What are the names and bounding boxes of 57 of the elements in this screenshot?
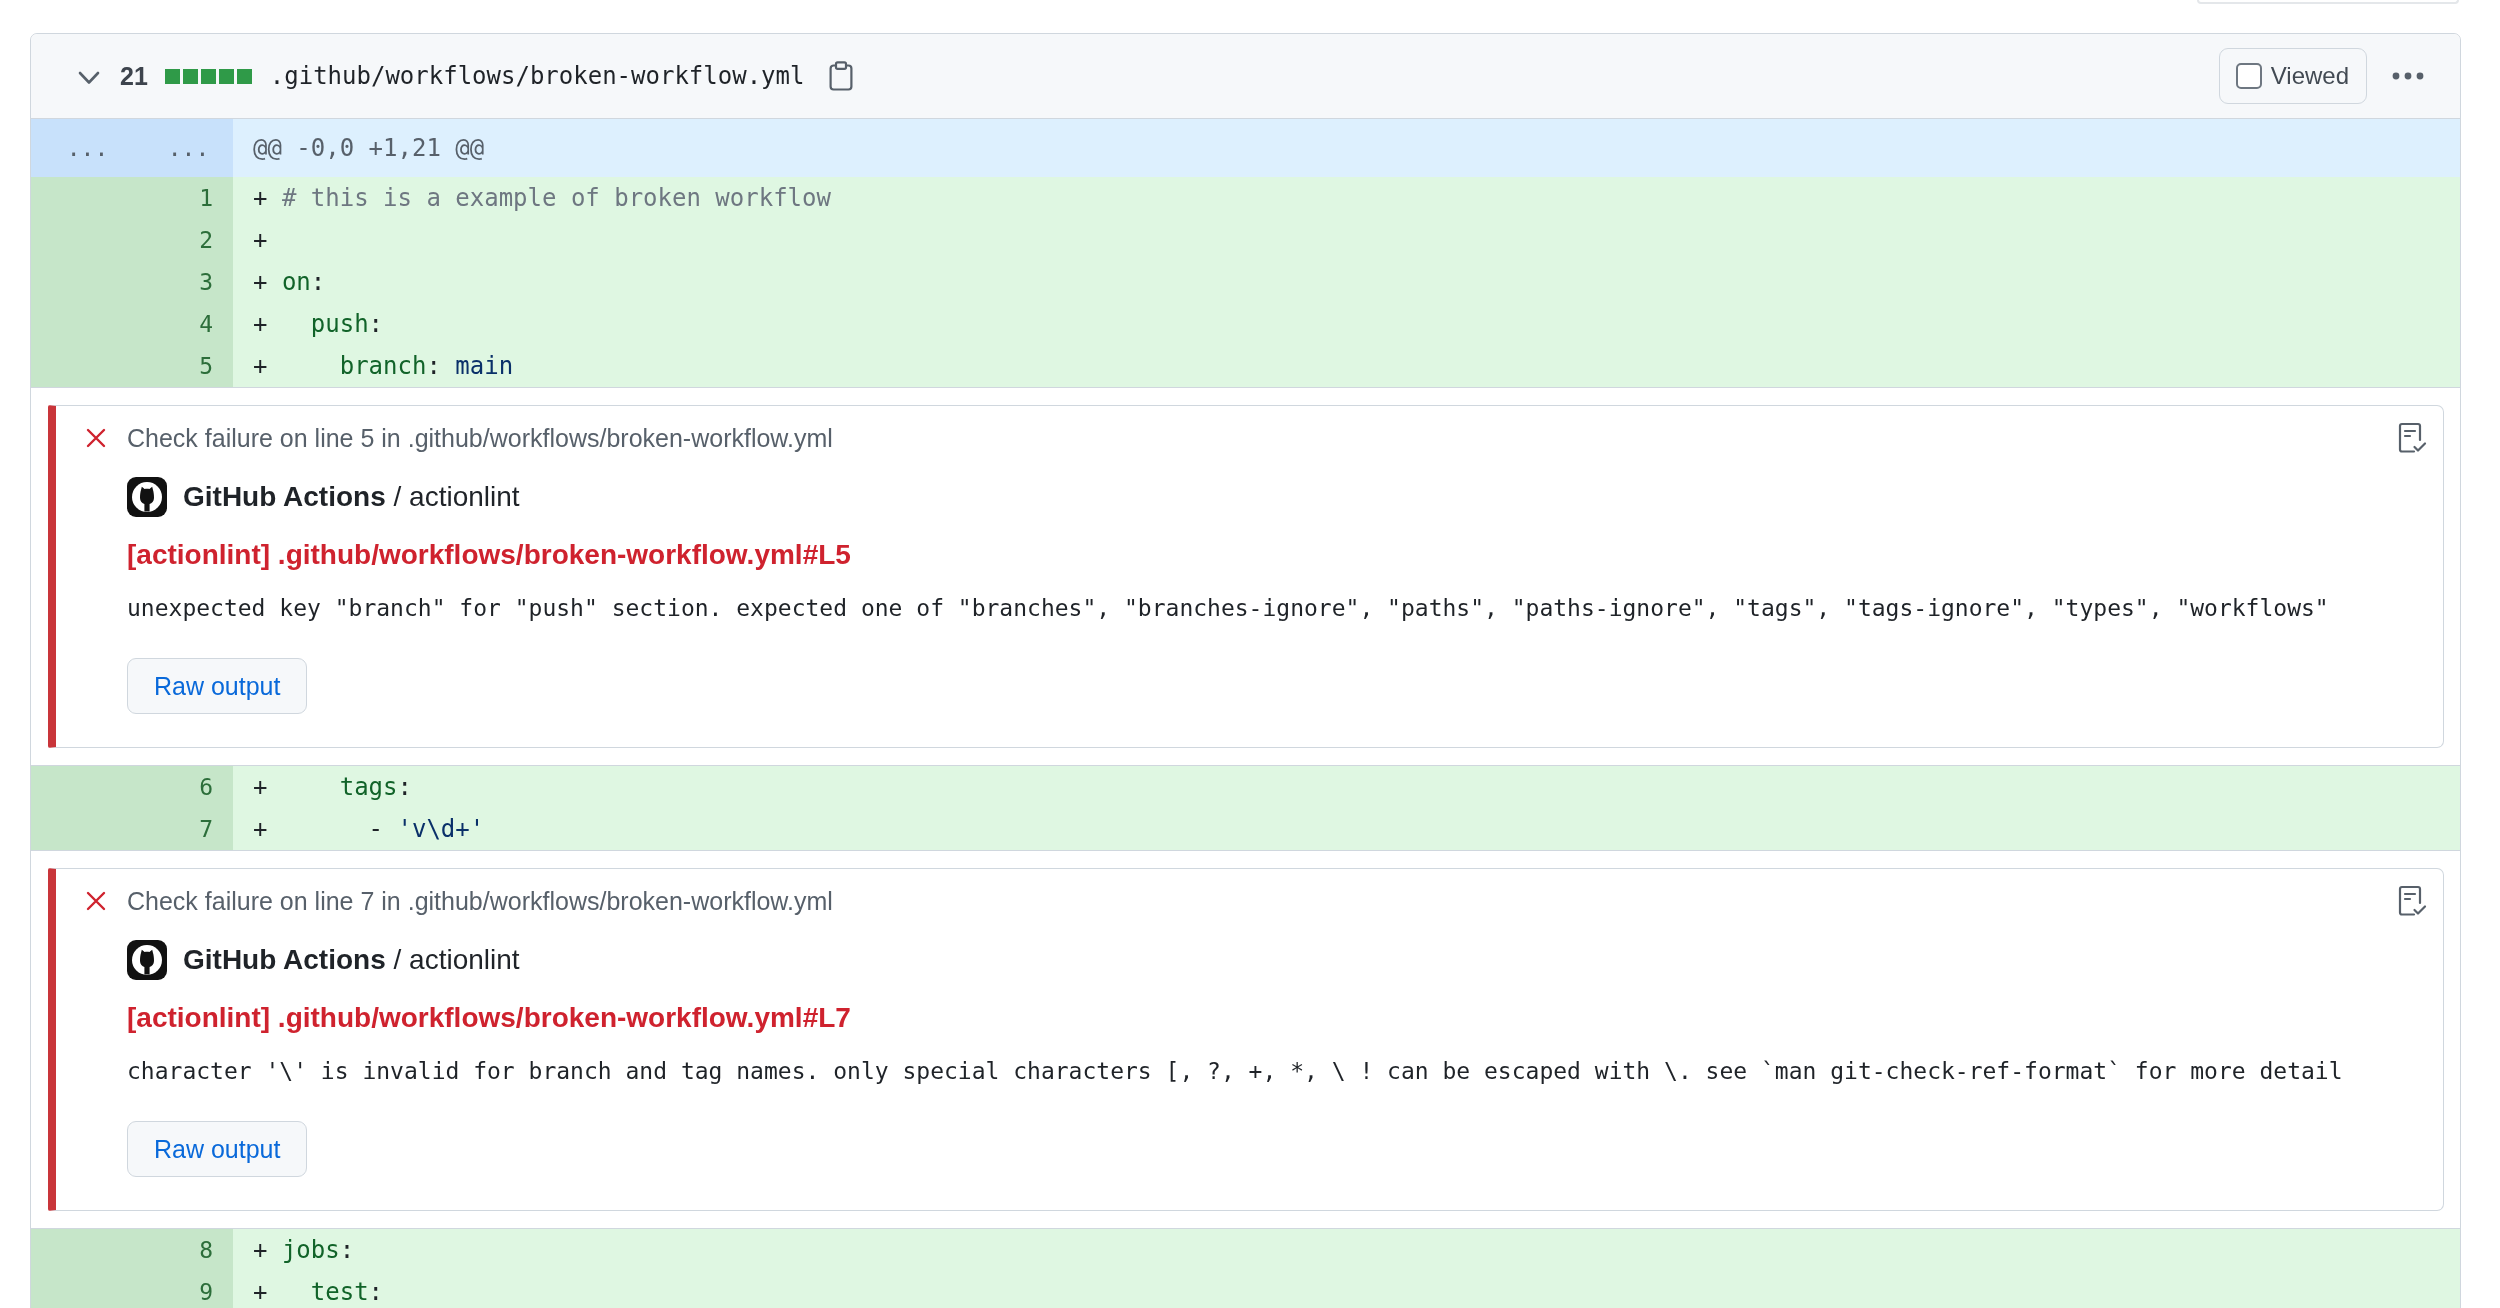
change-count: 21 (120, 61, 148, 91)
code-text: test: (310, 1278, 384, 1306)
line-number: 2 (199, 227, 213, 253)
cross-icon (86, 428, 106, 448)
diff-marker: + (253, 268, 268, 296)
code-text: on: (281, 268, 326, 296)
code-text: tags: (339, 773, 412, 801)
cross-icon (86, 891, 106, 911)
hunk-expander[interactable]: ... (167, 135, 210, 161)
line-number: 3 (199, 269, 213, 295)
code-text: jobs: (281, 1236, 355, 1264)
hunk-header: @@ -0,0 +1,21 @@ (253, 134, 485, 162)
diffstat-square-icon (200, 68, 216, 84)
line-number: 1 (199, 185, 213, 211)
diff-marker: + (253, 184, 268, 212)
annotation-message: character '\' is invalid for branch and tag names. only special characters [, ?, +, *, \ ! can be escaped with \. see `man git-check-ref-format` for more detail (127, 1057, 2343, 1086)
diff-marker: + (253, 773, 268, 801)
chevron-down-icon[interactable] (78, 71, 100, 85)
line-number: 9 (199, 1279, 213, 1305)
annotation-title: [actionlint] .github/workflows/broken-workflow.yml#L7 (127, 1002, 851, 1034)
annotation-message: unexpected key "branch" for "push" section. expected one of "branches", "branches-ignore", "paths", "paths-ignore", "tags", "tags-ignore", "types", "workflows" (127, 594, 2329, 623)
viewed-button[interactable]: Viewed (2218, 48, 2367, 104)
code-text: push: (310, 310, 384, 338)
hunk-expander[interactable]: ... (66, 135, 109, 161)
diff-marker: + (253, 1236, 268, 1264)
file-check-icon[interactable] (2397, 422, 2427, 454)
diff-marker: + (253, 1278, 268, 1306)
more-menu-icon[interactable] (2392, 72, 2424, 80)
diffstat-square-icon (164, 68, 180, 84)
diff-marker: + (253, 815, 268, 843)
line-number: 5 (199, 353, 213, 379)
diff-marker: + (253, 352, 268, 380)
clipboard-icon[interactable] (829, 61, 854, 91)
file-path: .github/workflows/broken-workflow.yml (269, 62, 805, 90)
line-number: 8 (199, 1237, 213, 1263)
diffstat-square-icon (236, 68, 252, 84)
viewed-checkbox[interactable] (2235, 63, 2262, 89)
annotation-title: [actionlint] .github/workflows/broken-workflow.yml#L5 (127, 539, 851, 571)
annotation-source: GitHub Actions / actionlint (183, 944, 520, 976)
file-check-icon[interactable] (2397, 885, 2427, 917)
line-number: 4 (199, 311, 213, 337)
diff-marker: + (253, 226, 268, 254)
app-logo-icon (127, 477, 167, 517)
code-text: branch: main (339, 352, 514, 380)
code-text: # this is a example of broken workflow (281, 184, 831, 212)
app-logo-icon (127, 940, 167, 980)
line-number: 6 (199, 774, 213, 800)
diffstat-square-icon (218, 68, 234, 84)
raw-output-button[interactable]: Raw output (127, 658, 308, 714)
annotation-heading: Check failure on line 7 in .github/workflows/broken-workflow.yml (127, 886, 833, 916)
line-number: 7 (199, 816, 213, 842)
diffstat-square-icon (182, 68, 198, 84)
code-text: - 'v\d+' (368, 815, 485, 843)
annotation-heading: Check failure on line 5 in .github/workflows/broken-workflow.yml (127, 423, 833, 453)
diff-marker: + (253, 310, 268, 338)
raw-output-button[interactable]: Raw output (127, 1121, 308, 1177)
annotation-source: GitHub Actions / actionlint (183, 481, 520, 513)
